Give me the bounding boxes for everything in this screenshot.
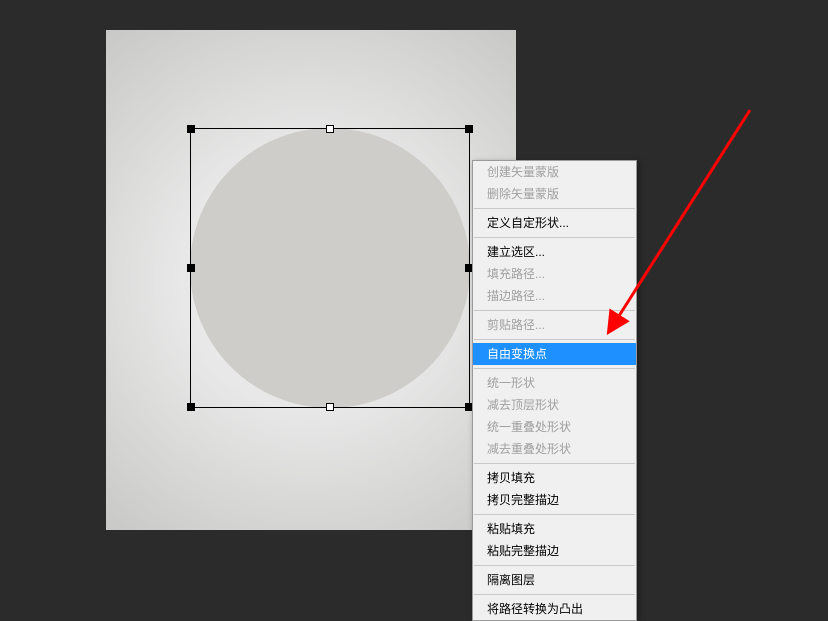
menu-separator [474, 208, 635, 209]
ellipse-shape[interactable] [190, 128, 470, 408]
menu-item[interactable]: 隔离图层 [473, 569, 636, 591]
context-menu: 创建矢量蒙版删除矢量蒙版定义自定形状... 建立选区...填充路径...描边路径.… [472, 160, 637, 621]
menu-item: 统一重叠处形状 [473, 416, 636, 438]
menu-item[interactable]: 自由变换点 [473, 343, 636, 365]
menu-item: 统一形状 [473, 372, 636, 394]
menu-separator [474, 514, 635, 515]
menu-item: 删除矢量蒙版 [473, 183, 636, 205]
menu-item: 剪贴路径... [473, 314, 636, 336]
menu-item: 减去重叠处形状 [473, 438, 636, 460]
menu-item[interactable]: 将路径转换为凸出 [473, 598, 636, 620]
menu-item: 填充路径... [473, 263, 636, 285]
transform-handle-bottom-left[interactable] [187, 403, 195, 411]
menu-separator [474, 339, 635, 340]
menu-separator [474, 237, 635, 238]
menu-item: 减去顶层形状 [473, 394, 636, 416]
menu-item[interactable]: 建立选区... [473, 241, 636, 263]
menu-separator [474, 594, 635, 595]
menu-item[interactable]: 拷贝填充 [473, 467, 636, 489]
menu-item[interactable]: 拷贝完整描边 [473, 489, 636, 511]
menu-item: 创建矢量蒙版 [473, 161, 636, 183]
canvas-document[interactable] [106, 30, 516, 530]
menu-separator [474, 368, 635, 369]
menu-separator [474, 463, 635, 464]
transform-handle-top-right[interactable] [465, 125, 473, 133]
menu-separator [474, 565, 635, 566]
menu-item[interactable]: 粘贴填充 [473, 518, 636, 540]
menu-item[interactable]: 粘贴完整描边 [473, 540, 636, 562]
menu-separator [474, 310, 635, 311]
menu-item[interactable]: 定义自定形状... [473, 212, 636, 234]
transform-handle-top-left[interactable] [187, 125, 195, 133]
menu-item: 描边路径... [473, 285, 636, 307]
